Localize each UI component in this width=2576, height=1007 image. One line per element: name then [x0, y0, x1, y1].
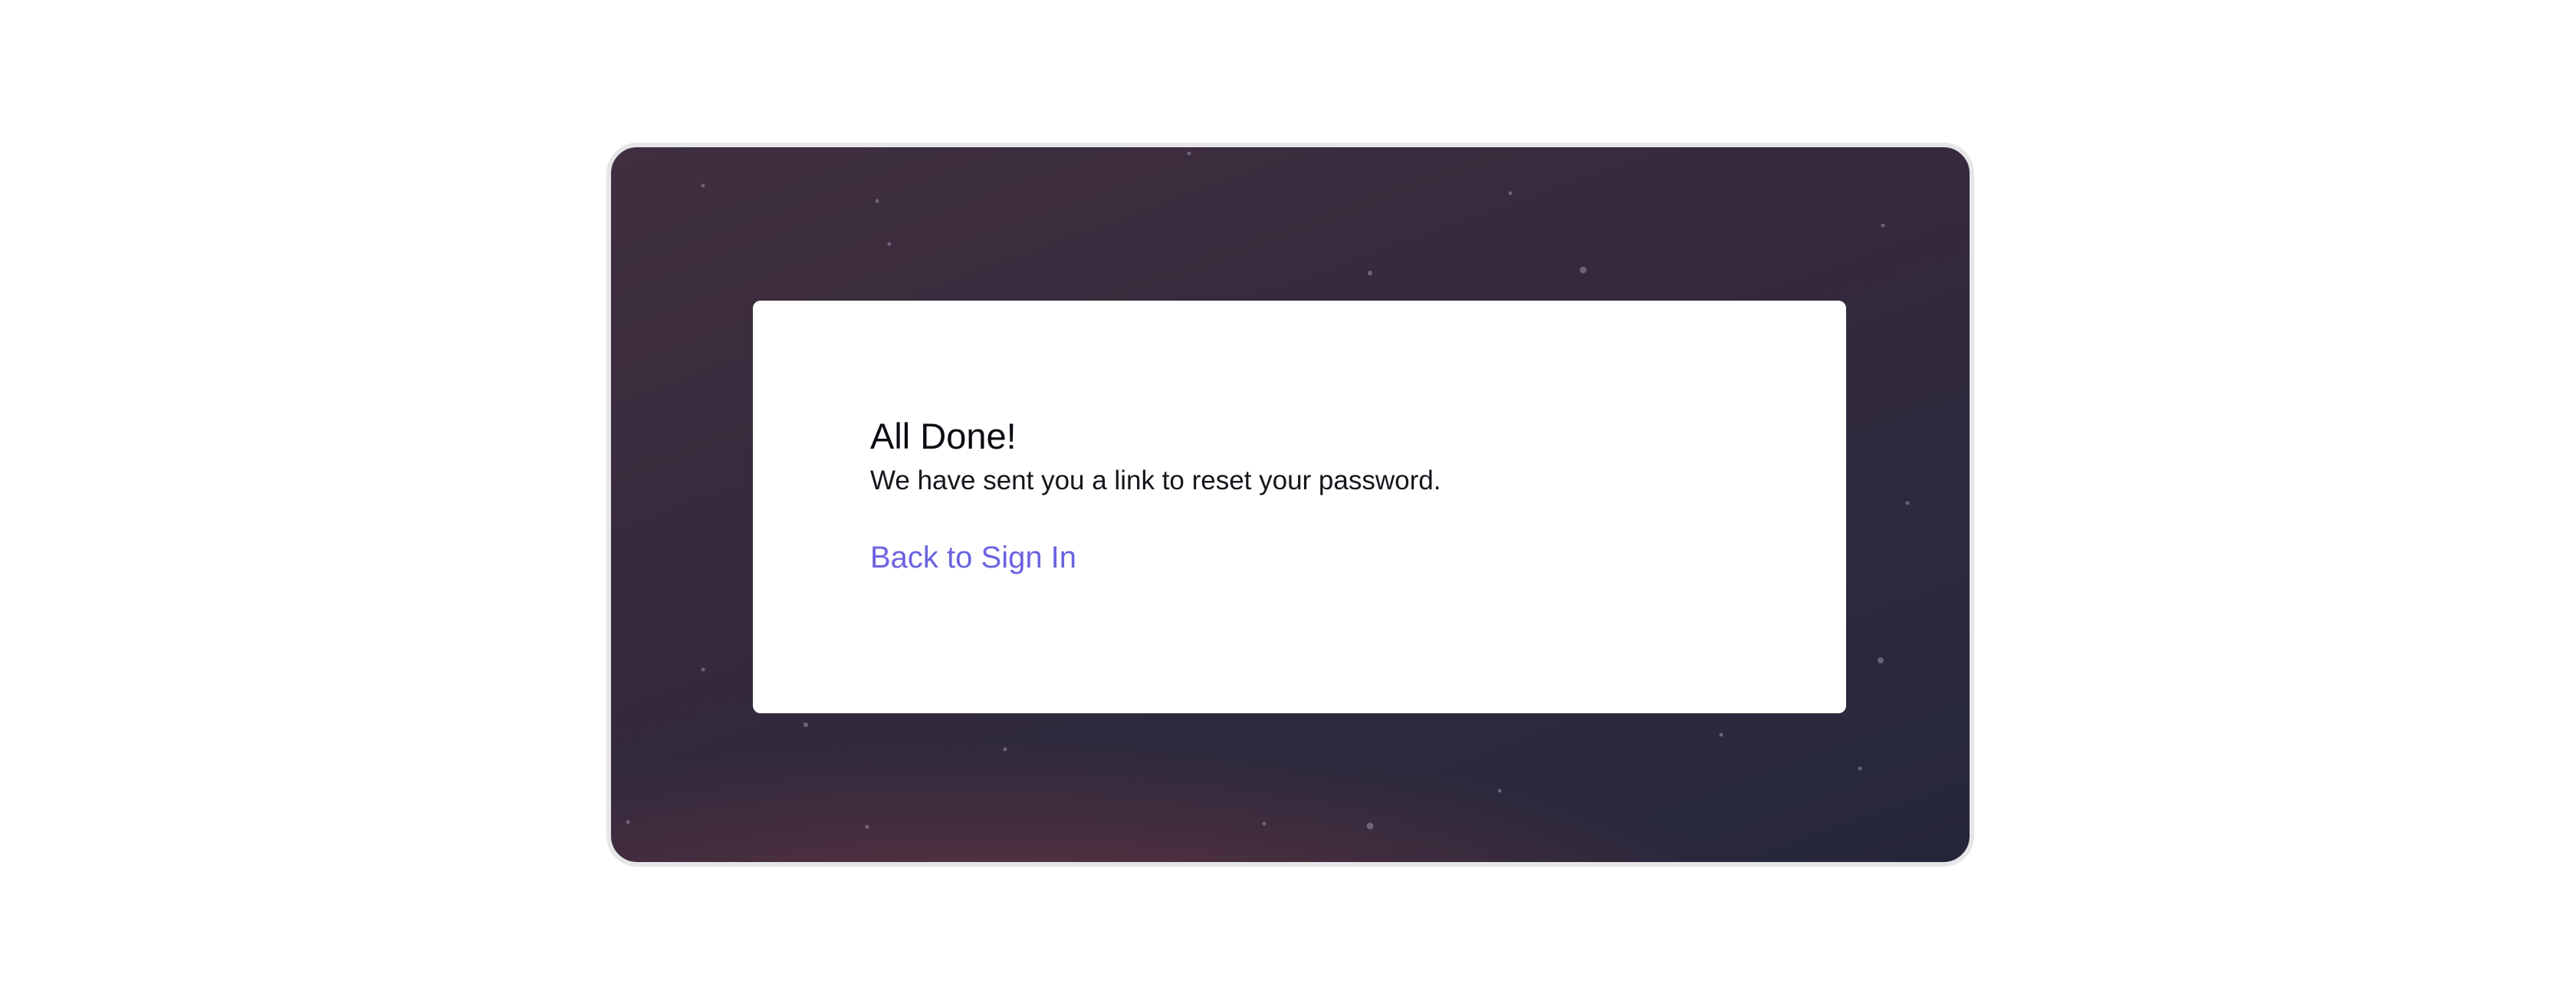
confirmation-card: All Done! We have sent you a link to res… — [753, 301, 1846, 713]
page-title: All Done! — [870, 416, 1017, 456]
card-content: All Done! We have sent you a link to res… — [870, 416, 1441, 575]
back-to-sign-in-link[interactable]: Back to Sign In — [870, 541, 1076, 575]
app-window: All Done! We have sent you a link to res… — [606, 143, 1974, 867]
confirmation-message: We have sent you a link to reset your pa… — [870, 466, 1441, 496]
